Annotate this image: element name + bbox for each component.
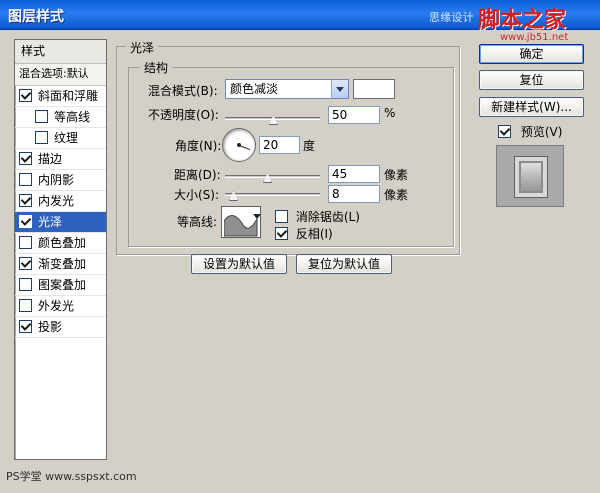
reset-button[interactable]: 复位 [479,70,584,90]
opacity-unit: % [384,106,396,120]
sidebar-item-inner-glow[interactable]: 内发光 [15,191,106,212]
sidebar-item-label: 光泽 [38,215,63,229]
checkbox-icon [19,173,32,186]
checkbox-icon [19,257,32,270]
angle-input[interactable]: 20 [259,136,300,154]
sidebar-item-label: 斜面和浮雕 [38,89,99,103]
sidebar-item-label: 投影 [38,320,63,334]
sidebar-item-inner-shadow[interactable]: 内阴影 [15,170,106,191]
sidebar-item-drop-shadow[interactable]: 投影 [15,317,106,338]
section-title: 光泽 [126,39,159,56]
sidebar-item-color-overlay[interactable]: 颜色叠加 [15,233,106,254]
preview-label: 预览(V) [520,125,563,139]
color-swatch[interactable] [353,79,395,99]
sidebar-item-label: 等高线 [54,110,91,124]
checkbox-icon [275,227,288,240]
size-slider[interactable] [225,191,320,201]
opacity-input[interactable]: 50 [328,106,380,124]
sidebar-item-stroke[interactable]: 描边 [15,149,106,170]
distance-unit: 像素 [384,168,409,182]
sidebar-item-texture[interactable]: 纹理 [15,128,106,149]
size-unit: 像素 [384,188,409,202]
checkbox-icon [19,194,32,207]
preview-checkbox[interactable]: 预览(V) [498,123,562,140]
structure-title: 结构 [140,59,173,76]
invert-checkbox[interactable]: 反相(I) [275,225,333,242]
size-label: 大小(S): [174,188,220,202]
distance-input[interactable]: 45 [328,165,380,183]
sidebar-item-satin[interactable]: 光泽 [15,212,106,233]
sidebar-item-label: 颜色叠加 [38,236,87,250]
angle-dial[interactable] [222,128,256,162]
footer-watermark: PS学堂 www.sspsxt.com [6,468,137,484]
checkbox-icon [275,210,288,223]
blend-mode-label: 混合模式(B): [148,84,218,98]
contour-dropdown-icon[interactable] [253,211,261,221]
watermark-logo: 脚本之家 [478,7,567,33]
footer-watermark-text: PS学堂 www.sspsxt.com [6,470,137,483]
sidebar-item-outer-glow[interactable]: 外发光 [15,296,106,317]
size-input[interactable]: 8 [328,185,380,203]
checkbox-icon [19,278,32,291]
reset-default-button[interactable]: 复位为默认值 [296,254,392,274]
opacity-slider[interactable] [225,115,320,125]
sidebar-subheader[interactable]: 混合选项:默认 [15,64,106,86]
contour-label: 等高线: [177,215,218,229]
chevron-down-icon[interactable] [331,80,348,98]
checkbox-icon [19,320,32,333]
checkbox-icon [19,236,32,249]
checkbox-icon [19,299,32,312]
checkbox-icon [19,215,32,228]
ok-button[interactable]: 确定 [479,44,584,64]
sidebar-item-label: 纹理 [54,131,79,145]
sidebar-item-pattern-overlay[interactable]: 图案叠加 [15,275,106,296]
anti-alias-label: 消除锯齿(L) [295,210,360,224]
styles-sidebar: 样式 混合选项:默认 斜面和浮雕 等高线 纹理 描边 内阴影 内发光 光泽 颜色… [14,39,107,460]
preview-swatch-icon [514,156,548,198]
sidebar-item-label: 内发光 [38,194,75,208]
invert-label: 反相(I) [295,227,333,241]
new-style-button[interactable]: 新建样式(W)... [479,97,584,117]
checkbox-icon [35,131,48,144]
watermark-url: www.jb51.net [500,32,569,43]
anti-alias-checkbox[interactable]: 消除锯齿(L) [275,208,360,225]
opacity-label: 不透明度(O): [148,108,219,122]
angle-unit: 度 [303,139,316,153]
checkbox-icon [19,152,32,165]
checkbox-icon [19,89,32,102]
sidebar-item-label: 内阴影 [38,173,75,187]
sidebar-header: 样式 [15,40,106,64]
blend-mode-value: 颜色减淡 [230,82,279,96]
sidebar-item-label: 渐变叠加 [38,257,87,271]
sidebar-item-label: 图案叠加 [38,278,87,292]
checkbox-icon [35,110,48,123]
blend-mode-select[interactable]: 颜色减淡 [225,79,349,99]
checkbox-icon [498,125,511,138]
set-default-button[interactable]: 设置为默认值 [191,254,287,274]
dial-angle-line [238,145,251,151]
sidebar-item-contour[interactable]: 等高线 [15,107,106,128]
sidebar-item-bevel-emboss[interactable]: 斜面和浮雕 [15,86,106,107]
sidebar-item-label: 外发光 [38,299,75,313]
sidebar-item-label: 描边 [38,152,63,166]
style-preview [496,145,564,207]
angle-label: 角度(N): [175,139,222,153]
distance-label: 距离(D): [174,168,221,182]
watermark-text-left: 思缘设计 [429,11,474,24]
sidebar-item-gradient-overlay[interactable]: 渐变叠加 [15,254,106,275]
window-title: 图层样式 [8,9,64,25]
distance-slider[interactable] [225,173,320,183]
